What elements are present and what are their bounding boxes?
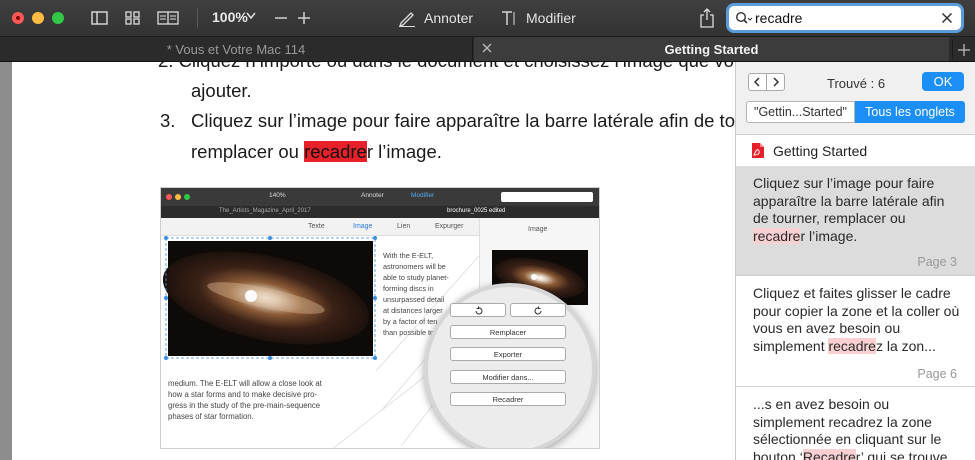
modify-label: Modifier <box>526 10 576 26</box>
mini-annotate: Annoter <box>361 192 384 199</box>
result-match: recadre <box>828 337 876 354</box>
chevron-right-icon <box>773 77 780 87</box>
tab-getting-started[interactable]: Getting Started <box>474 37 949 61</box>
results-count: Trouvé : 6 <box>827 76 886 91</box>
mini-tabs: The_Artists_Magazine_April_2017 brochure… <box>161 206 599 218</box>
search-field[interactable] <box>729 6 961 30</box>
doc-text: remplacer ou <box>191 141 305 162</box>
modify-button[interactable]: Modifier <box>500 8 576 28</box>
zoom-level[interactable]: 100% <box>212 9 248 25</box>
tab-vous-et-votre-mac[interactable]: * Vous et Votre Mac 114 <box>0 37 473 61</box>
doc-text-line: ajouter. <box>191 80 252 101</box>
doc-text: r l’image. <box>366 141 442 162</box>
mini-modify: Modifier <box>411 192 435 199</box>
edit-in-button[interactable]: Modifier dans... <box>450 370 566 384</box>
mini-zoom: 140% <box>269 192 286 199</box>
doc-text-line-match: remplacer ou recadrer l’image. <box>191 141 442 163</box>
search-icon <box>735 11 753 24</box>
search-result-item-selected[interactable]: Cliquez sur l’image pour faire apparaîtr… <box>736 166 975 275</box>
document-gutter <box>0 62 12 460</box>
result-document-title: Getting Started <box>773 143 868 159</box>
mini-expurger: Expurger <box>435 223 464 230</box>
annotate-button[interactable]: Annoter <box>398 8 473 28</box>
scope-current-document[interactable]: "Gettin...Started" <box>746 101 855 123</box>
chevron-down-icon[interactable] <box>246 12 256 20</box>
chevron-left-icon <box>753 77 760 87</box>
share-icon[interactable] <box>699 7 715 29</box>
embedded-screenshot[interactable]: 140% Annoter Modifier The_Artists_Magazi… <box>160 187 600 449</box>
pen-icon <box>398 12 415 27</box>
result-page: Page 6 <box>917 367 957 381</box>
mini-toolbar: 140% Annoter Modifier <box>161 188 599 206</box>
tab-label: Getting Started <box>664 41 759 57</box>
search-match-highlight[interactable]: recadre <box>304 141 367 162</box>
thumbnail-grid-icon[interactable] <box>124 9 141 27</box>
mini-tab-right: brochure_0025 edited <box>447 208 506 214</box>
annotate-label: Annoter <box>424 10 474 26</box>
rotate-right-icon <box>534 306 541 314</box>
export-image-button[interactable]: Exporter <box>450 347 566 361</box>
zoom-in-icon[interactable] <box>296 8 312 28</box>
previous-result-button[interactable] <box>748 73 767 91</box>
mini-lien: Lien <box>397 223 411 230</box>
mini-tab-left: The_Artists_Magazine_April_2017 <box>219 208 311 214</box>
minimize-window-button[interactable] <box>32 12 44 24</box>
text-cursor-icon <box>502 11 515 25</box>
window-toolbar: 100% Annoter Modifier <box>0 0 975 37</box>
result-page: Page 3 <box>917 255 957 269</box>
mini-bottom-text: medium. The E-ELT will allow a close loo… <box>168 379 322 421</box>
document-page[interactable]: 2. Cliquez n’importe où dans le document… <box>12 62 735 460</box>
clear-search-icon[interactable] <box>941 12 953 24</box>
search-results-sidebar: Trouvé : 6 OK "Gettin...Started" Tous le… <box>735 62 975 460</box>
search-result-item[interactable]: ...s en avez besoin ou simplement recadr… <box>736 387 975 460</box>
close-tab-icon[interactable] <box>481 42 493 54</box>
page-layout-icon[interactable] <box>157 9 179 27</box>
doc-text-line-cut: 2. Cliquez n’importe où dans le document… <box>158 62 735 72</box>
rotate-right-button[interactable] <box>510 303 566 317</box>
search-input[interactable] <box>755 8 935 28</box>
tab-bar: * Vous et Votre Mac 114 Getting Started <box>0 37 975 62</box>
mini-image: Image <box>353 223 373 230</box>
toolbar-divider <box>197 8 198 28</box>
result-match: Recadre <box>802 448 856 460</box>
mini-texte: Texte <box>308 223 325 230</box>
new-tab-icon[interactable] <box>952 40 975 59</box>
result-document-header: Getting Started <box>736 135 975 166</box>
fullscreen-window-button[interactable] <box>52 12 64 24</box>
rotate-left-icon <box>475 306 482 314</box>
result-match: recadre <box>753 227 801 244</box>
list-number: 3. <box>160 110 176 131</box>
zoom-out-icon[interactable] <box>273 8 289 28</box>
crop-image-button[interactable]: Recadrer <box>450 392 566 406</box>
mini-search <box>501 192 593 202</box>
sidebar-toggle-icon[interactable] <box>91 9 108 27</box>
scope-all-tabs[interactable]: Tous les onglets <box>855 101 965 123</box>
pdf-file-icon <box>752 143 764 158</box>
ok-button[interactable]: OK <box>922 72 964 91</box>
search-result-item[interactable]: Cliquez et faites glisser le cadre pour … <box>736 276 975 386</box>
rotate-left-button[interactable] <box>450 303 506 317</box>
replace-image-button[interactable]: Remplacer <box>450 325 566 339</box>
magnifier-lens: Remplacer Exporter Modifier dans... Reca… <box>424 283 596 448</box>
next-result-button[interactable] <box>766 73 785 91</box>
mini-side-title: Image <box>528 226 548 233</box>
tab-label: * Vous et Votre Mac 114 <box>166 41 306 57</box>
doc-text-line: Cliquez sur l’image pour faire apparaîtr… <box>191 110 735 131</box>
close-window-button[interactable] <box>12 12 24 24</box>
